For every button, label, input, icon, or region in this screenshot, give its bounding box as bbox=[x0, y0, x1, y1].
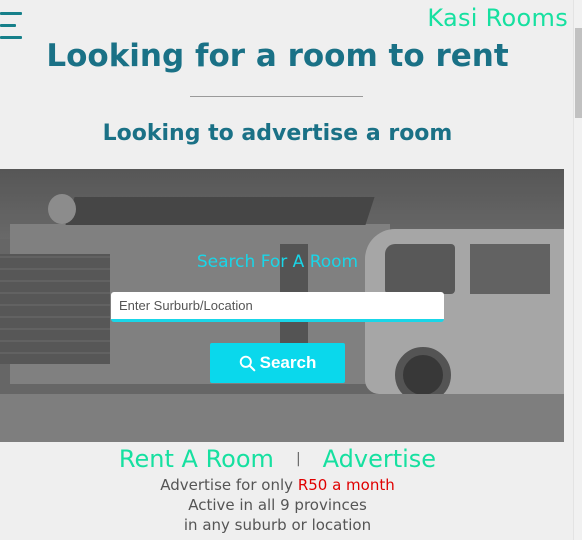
scrollbar-thumb[interactable] bbox=[575, 28, 582, 118]
info-line-provinces: Active in all 9 provinces bbox=[188, 496, 367, 514]
menu-bar-top bbox=[0, 12, 22, 15]
info-line-price: Advertise for only R50 a month bbox=[0, 475, 555, 495]
brand-logo[interactable]: Kasi Rooms bbox=[427, 4, 568, 32]
vertical-scrollbar[interactable] bbox=[573, 0, 582, 540]
advertise-link[interactable]: Advertise bbox=[323, 445, 436, 473]
page-subtitle: Looking to advertise a room bbox=[102, 121, 453, 146]
info-block: Advertise for only R50 a month Active in… bbox=[0, 475, 555, 535]
search-button[interactable]: Search bbox=[210, 343, 345, 383]
search-input[interactable] bbox=[111, 292, 444, 322]
info-prefix: Advertise for only bbox=[160, 476, 294, 494]
search-heading: Search For A Room bbox=[196, 252, 359, 272]
page-title: Looking for a room to rent bbox=[46, 38, 509, 74]
menu-bar-middle bbox=[0, 24, 16, 27]
search-button-label: Search bbox=[259, 353, 317, 372]
hamburger-menu-icon[interactable] bbox=[0, 12, 26, 40]
rent-a-room-link[interactable]: Rent A Room bbox=[119, 445, 274, 473]
link-separator: | bbox=[295, 451, 301, 467]
search-icon bbox=[239, 355, 255, 371]
price-text: R50 a month bbox=[297, 476, 395, 494]
nav-links: Rent A Room | Advertise bbox=[0, 445, 555, 473]
divider bbox=[190, 96, 363, 97]
info-line-location: in any suburb or location bbox=[183, 516, 372, 534]
